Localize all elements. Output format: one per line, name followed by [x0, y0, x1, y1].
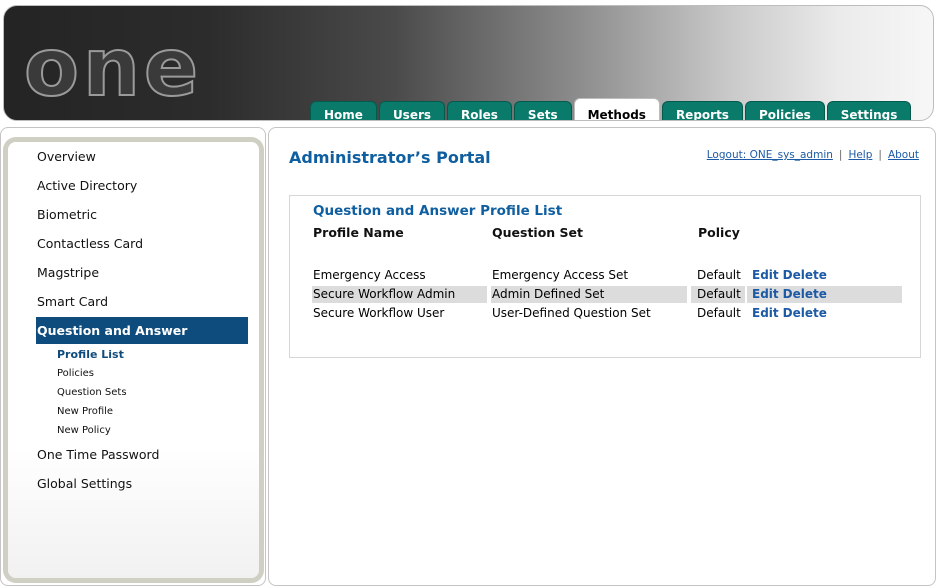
sidebar-item-global-settings[interactable]: Global Settings [37, 469, 257, 498]
edit-link[interactable]: Edit [752, 306, 779, 320]
subnav-item-new-profile[interactable]: New Profile [57, 402, 257, 421]
profile-name-cell: Secure Workflow User [313, 306, 445, 320]
tab-reports[interactable]: Reports [661, 101, 743, 120]
question-set-cell: User-Defined Question Set [492, 306, 651, 320]
main-tabs: Home Users Roles Sets Methods Reports Po… [310, 98, 913, 120]
column-header-policy: Policy [698, 225, 740, 240]
logout-link[interactable]: Logout: ONE_sys_admin [707, 149, 833, 161]
profile-name-cell: Secure Workflow Admin [312, 286, 487, 303]
link-separator: | [838, 149, 843, 161]
tab-sets[interactable]: Sets [513, 101, 572, 120]
main-content: Administrator’s Portal Logout: ONE_sys_a… [268, 127, 936, 586]
actions-cell: Edit Delete [751, 267, 902, 284]
tab-settings[interactable]: Settings [826, 101, 912, 120]
sidebar-item-active-directory[interactable]: Active Directory [37, 171, 257, 200]
sidebar-item-contactless-card[interactable]: Contactless Card [37, 229, 257, 258]
sidebar-subnav: Profile List Policies Question Sets New … [37, 345, 257, 440]
app-header: one Home Users Roles Sets Methods Report… [3, 5, 934, 121]
sidebar-item-smart-card[interactable]: Smart Card [37, 287, 257, 316]
sidebar-item-magstripe[interactable]: Magstripe [37, 258, 257, 287]
profile-list-panel: Question and Answer Profile List Profile… [289, 195, 921, 358]
policy-cell: Default [691, 286, 745, 303]
about-link[interactable]: About [888, 149, 919, 161]
actions-cell: Edit Delete [751, 305, 902, 322]
tab-policies[interactable]: Policies [744, 101, 825, 120]
policy-cell: Default [697, 268, 741, 282]
tab-home[interactable]: Home [310, 101, 377, 120]
sidebar-frame: Overview Active Directory Biometric Cont… [0, 127, 266, 586]
question-set-cell: Admin Defined Set [491, 286, 687, 303]
edit-link[interactable]: Edit [752, 268, 779, 282]
subnav-item-profile-list[interactable]: Profile List [57, 345, 257, 364]
question-set-cell: Emergency Access Set [492, 268, 629, 282]
delete-link[interactable]: Delete [783, 287, 827, 301]
sidebar-item-question-and-answer[interactable]: Question and Answer [36, 317, 248, 344]
subnav-item-policies[interactable]: Policies [57, 364, 257, 383]
tab-users[interactable]: Users [378, 101, 446, 120]
table-row: Secure Workflow User User-Defined Questi… [312, 305, 902, 322]
panel-title: Question and Answer Profile List [313, 203, 563, 219]
help-link[interactable]: Help [848, 149, 872, 161]
subnav-item-new-policy[interactable]: New Policy [57, 421, 257, 440]
subnav-item-question-sets[interactable]: Question Sets [57, 383, 257, 402]
link-separator: | [878, 149, 882, 161]
table-row: Secure Workflow Admin Admin Defined Set … [312, 286, 902, 303]
sidebar: Overview Active Directory Biometric Cont… [8, 142, 259, 578]
sidebar-item-biometric[interactable]: Biometric [37, 200, 257, 229]
profile-name-cell: Emergency Access [313, 268, 426, 282]
edit-link[interactable]: Edit [752, 287, 779, 301]
tab-methods[interactable]: Methods [573, 98, 660, 120]
column-header-question-set: Question Set [492, 225, 583, 240]
delete-link[interactable]: Delete [783, 306, 827, 320]
one-logo: one [23, 21, 203, 114]
column-header-profile-name: Profile Name [313, 225, 404, 240]
sidebar-item-one-time-password[interactable]: One Time Password [37, 440, 257, 469]
top-links: Logout: ONE_sys_admin | Help | About [707, 149, 919, 161]
delete-link[interactable]: Delete [783, 268, 827, 282]
actions-cell: Edit Delete [747, 286, 902, 303]
table-row: Emergency Access Emergency Access Set De… [312, 267, 902, 284]
sidebar-item-overview[interactable]: Overview [37, 142, 257, 171]
policy-cell: Default [697, 306, 741, 320]
tab-roles[interactable]: Roles [447, 101, 512, 120]
sidebar-nav: Overview Active Directory Biometric Cont… [36, 142, 257, 498]
page-title: Administrator’s Portal [289, 148, 491, 167]
